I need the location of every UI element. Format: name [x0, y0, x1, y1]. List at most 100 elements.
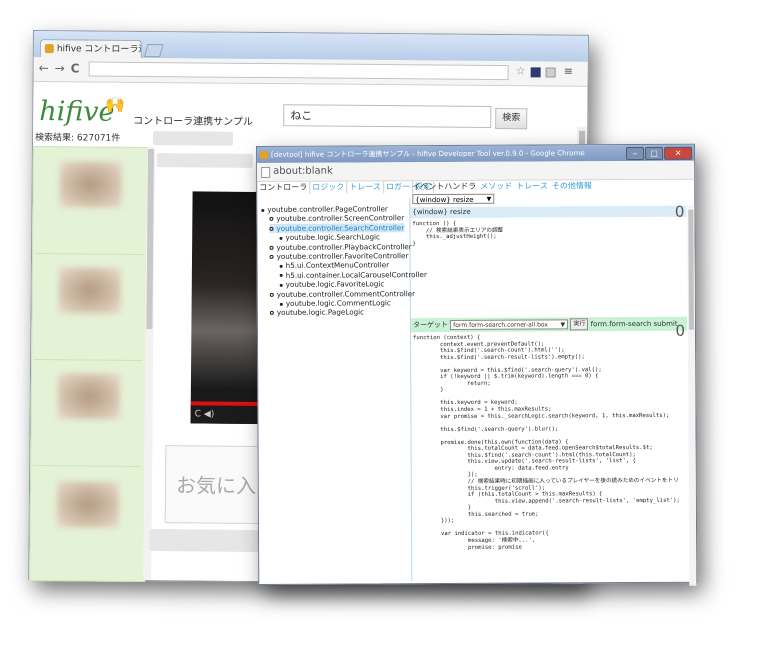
tree-node[interactable]: h5.ui.container.LocalCarouselController [279, 269, 427, 280]
tab-trace-detail[interactable]: トレース [514, 180, 550, 192]
bullet-icon [279, 264, 283, 268]
bullet-icon [279, 236, 283, 240]
page-icon [261, 166, 271, 178]
handler-select-value: {window} resize [415, 195, 474, 205]
detail-tabs: イベントハンドラ メソッド トレース その他情報 [410, 180, 594, 193]
menu-icon[interactable]: ≡ [564, 65, 574, 78]
handler-header-submit: ターゲット form.form-search.corner-all.box ▼ 実… [410, 316, 687, 333]
video-thumbnail[interactable] [57, 373, 121, 420]
tab-methods[interactable]: メソッド [478, 181, 514, 193]
tree-node-label: youtube.controller.ScreenController [276, 213, 405, 224]
controller-detail-pane: イベントハンドラ メソッド トレース その他情報 {window} resize ▼ … [410, 180, 697, 586]
tree-node-label: youtube.logic.CommentLogic [285, 298, 391, 308]
tree-node[interactable]: youtube.controller.SearchController [269, 223, 405, 234]
detail-scrollbar[interactable] [687, 205, 697, 586]
tab-title: hifive コントローラ連携 × [56, 44, 142, 56]
hifive-logo: hifive [39, 96, 115, 128]
search-button[interactable]: 検索 [495, 108, 528, 130]
devtool-address-bar[interactable]: about:blank [257, 160, 695, 182]
devtool-title: [devtool] hifive コントローラ連携サンプル - hifive D… [271, 149, 585, 159]
scrollbar-thumb[interactable] [146, 149, 154, 330]
tab-other-info[interactable]: その他情報 [550, 180, 594, 192]
tree-node-label: youtube.controller.SearchController [276, 223, 405, 233]
tree-node[interactable]: h5.ui.ContextMenuController [279, 260, 390, 271]
video-player[interactable] [190, 191, 263, 425]
bullet-icon [269, 226, 274, 231]
tree-node[interactable]: youtube.logic.SearchLogic [279, 233, 380, 243]
target-label: ターゲット [412, 320, 448, 330]
tab-event-handlers[interactable]: イベントハンドラ [410, 181, 478, 193]
logo-people-icon: 🙌 [105, 94, 126, 114]
handler-code-submit: function (context) { context.event.preve… [412, 334, 680, 551]
tab-logger[interactable]: ロガー [383, 181, 413, 194]
tab-logic[interactable]: ロジック [310, 181, 348, 194]
page-subtitle: コントローラ連携サンプル [133, 115, 253, 128]
tree-node-label: youtube.logic.PageLogic [276, 307, 365, 318]
blurred-text [156, 153, 253, 168]
forward-arrow-icon[interactable]: → [55, 61, 65, 75]
extension-icon[interactable] [530, 67, 541, 78]
tree-node-label: youtube.controller.PageController [267, 204, 388, 214]
handler-submit-label: form.form-search submit [590, 319, 678, 329]
app-icon [260, 150, 269, 159]
bullet-icon [279, 274, 283, 278]
tree-node-label: h5.ui.container.LocalCarouselController [285, 269, 427, 280]
bullet-icon [269, 245, 274, 250]
divider [34, 359, 143, 361]
blurred-text [149, 529, 260, 552]
browser-tab[interactable]: hifive コントローラ連携 × [39, 39, 142, 58]
tab-trace[interactable]: トレース [347, 181, 384, 194]
bullet-icon [269, 254, 274, 259]
address-bar[interactable] [88, 61, 509, 81]
execute-button[interactable]: 実行 [570, 318, 589, 331]
tree-node-label: youtube.controller.PlaybackController [276, 241, 412, 252]
handler-select[interactable]: {window} resize ▼ [412, 193, 495, 205]
bullet-icon [261, 208, 265, 212]
minimize-button[interactable]: – [626, 146, 645, 161]
tree-node[interactable]: youtube.logic.PageLogic [269, 307, 365, 318]
back-arrow-icon[interactable]: ← [39, 61, 49, 75]
tree-node-label: h5.ui.ContextMenuController [285, 260, 390, 271]
bullet-icon [269, 292, 274, 297]
reload-icon[interactable]: C [71, 61, 80, 75]
scrollbar-thumb[interactable] [688, 209, 694, 330]
tree-node-label: youtube.logic.FavoriteLogic [285, 279, 385, 290]
video-controls[interactable]: C ◀) [190, 405, 261, 425]
close-button[interactable]: ✕ [664, 146, 693, 160]
search-input[interactable]: ねこ [283, 104, 492, 129]
devtool-main-tabs: コントローラ ロジック トレース ロガー 設定 [257, 181, 434, 194]
bullet-icon [269, 217, 274, 222]
chevron-down-icon: ▼ [486, 195, 492, 203]
handler-call-count: 0 [674, 202, 685, 221]
divider [35, 253, 144, 255]
tree-node-label: youtube.controller.FavoriteController [276, 251, 409, 261]
extension-icon-2[interactable] [545, 67, 556, 78]
bullet-icon [279, 302, 283, 306]
bullet-icon [279, 283, 283, 287]
tree-node[interactable]: youtube.controller.CommentController [269, 288, 416, 299]
devtool-address: about:blank [273, 165, 333, 177]
tree-node[interactable]: youtube.logic.FavoriteLogic [279, 279, 385, 290]
video-thumbnail[interactable] [58, 267, 121, 314]
video-list-sidebar [29, 146, 149, 582]
bullet-icon [269, 311, 274, 316]
new-tab-button[interactable] [144, 44, 164, 58]
tree-node-label: youtube.controller.CommentController [276, 288, 416, 299]
target-select[interactable]: form.form-search.corner-all.box ▼ [450, 319, 569, 330]
handler-code-resize: function () { // 検索結果表示エリアの調整 this._adju… [412, 220, 504, 247]
tree-node-label: youtube.logic.SearchLogic [285, 232, 381, 243]
divider [33, 465, 142, 467]
maximize-button[interactable]: □ [645, 146, 664, 160]
controller-tree: youtube.controller.PageController youtube… [257, 198, 427, 582]
video-thumbnail[interactable] [59, 161, 122, 208]
bookmark-star-icon[interactable]: ☆ [516, 64, 526, 77]
devtool-window: [devtool] hifive コントローラ連携サンプル - hifive D… [256, 143, 698, 586]
favicon-icon [44, 44, 54, 54]
video-thumbnail[interactable] [56, 481, 120, 528]
tree-node[interactable]: youtube.logic.CommentLogic [279, 298, 391, 308]
blurred-text [153, 131, 234, 146]
tab-controller[interactable]: コントローラ [257, 181, 311, 194]
handler-header-resize: {window} resize [410, 205, 687, 219]
chevron-down-icon: ▼ [560, 321, 566, 329]
result-count: 検索結果: 627071件 [35, 133, 121, 144]
